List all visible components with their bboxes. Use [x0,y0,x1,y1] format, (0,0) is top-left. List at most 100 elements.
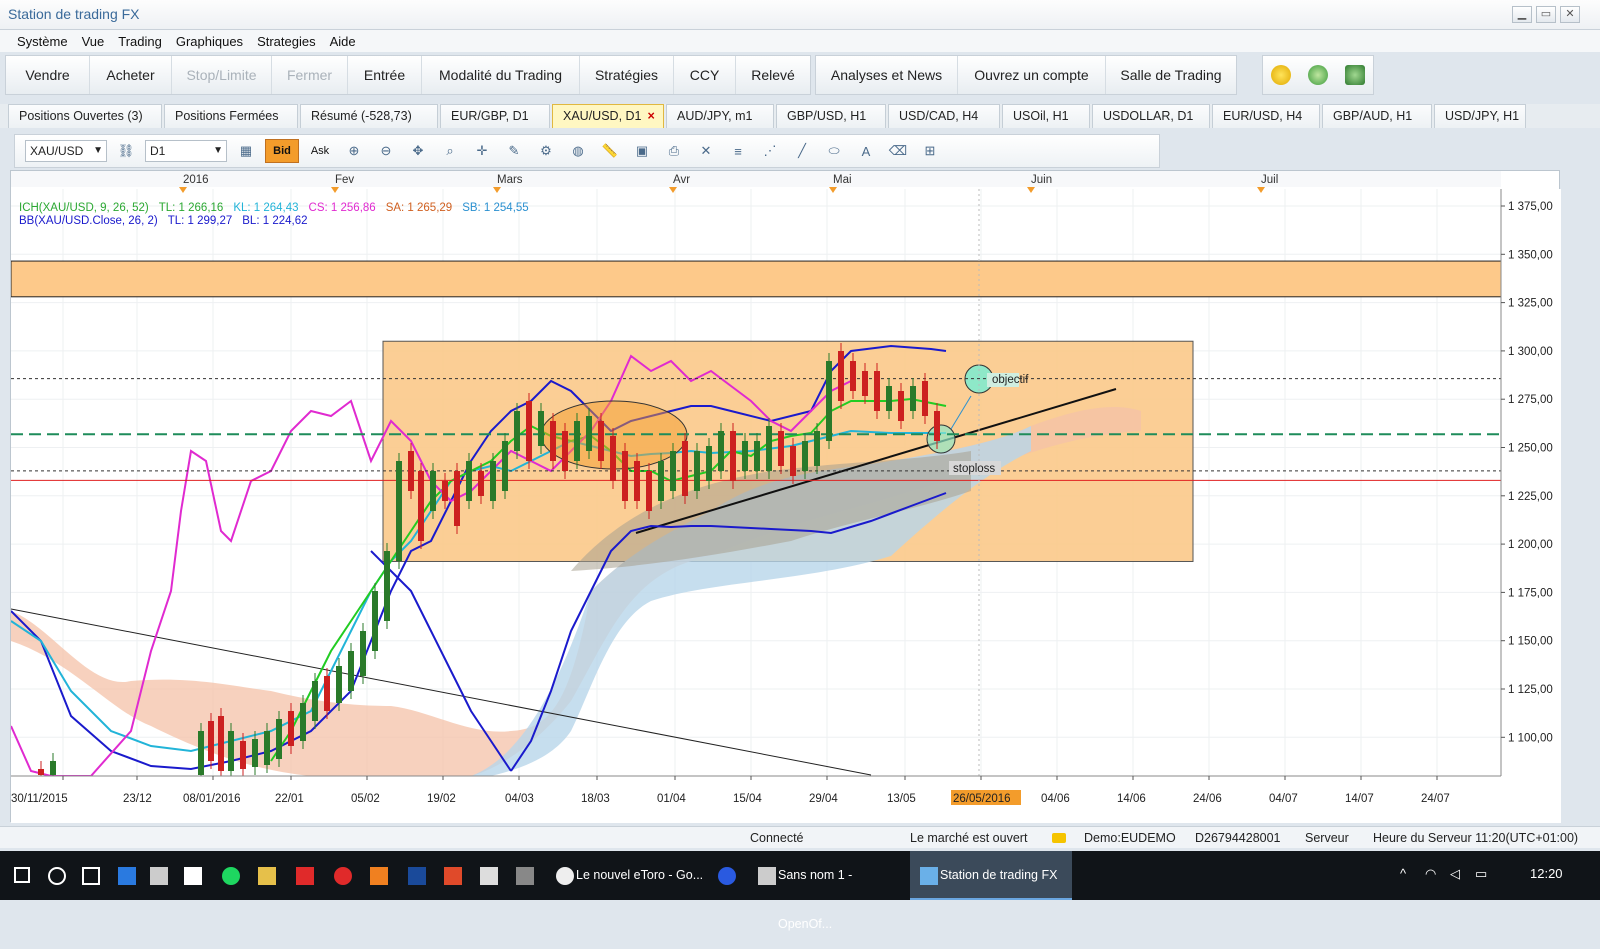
candle-body [288,711,294,746]
candle-body [922,381,928,416]
tab-gbpaud[interactable]: GBP/AUD, H1 [1322,104,1432,128]
top-axis-label: Mai [833,174,852,186]
releve-button[interactable]: Relevé [736,56,810,94]
text-icon[interactable]: A [853,139,879,163]
lightbulb-icon[interactable] [1271,65,1292,85]
edit-icon[interactable]: ✎ [501,139,527,163]
tab-positions-ouvertes[interactable]: Positions Ouvertes (3) [8,104,162,128]
print-icon[interactable]: ⎙ [661,139,687,163]
edge-icon[interactable] [118,867,136,885]
crosshair-icon[interactable]: ✛ [469,139,495,163]
indicator-icon[interactable]: ⚙ [533,139,559,163]
app-blue-icon[interactable] [408,867,426,885]
keyboard-icon[interactable]: ▭ [1475,866,1487,882]
menu-aide[interactable]: Aide [323,30,363,52]
chart-type-icon[interactable]: ▦ [233,139,259,163]
store-bag-icon[interactable] [184,867,202,885]
ccy-button[interactable]: CCY [674,56,736,94]
fermer-button[interactable]: Fermer [272,56,348,94]
menu-strategies[interactable]: Strategies [250,30,323,52]
symbol-select[interactable]: XAU/USD ▼ [25,140,107,162]
zoom-box-icon[interactable]: ⌕ [437,139,463,163]
store-icon[interactable] [150,867,168,885]
crosshair-tool-icon[interactable]: ✕ [693,139,719,163]
explorer-icon[interactable] [258,867,276,885]
tray-chevron-icon[interactable]: ^ [1400,866,1406,881]
taskbar-clock: 12:20 [1530,866,1563,881]
close-button[interactable]: ✕ [1560,6,1580,23]
vendre-button[interactable]: Vendre [6,56,90,94]
menu-trading[interactable]: Trading [111,30,169,52]
windows-start-icon[interactable] [14,867,30,883]
tab-gbpusd[interactable]: GBP/USD, H1 [776,104,886,128]
maximize-button[interactable]: ▭ [1536,6,1556,23]
acheter-button[interactable]: Acheter [90,56,172,94]
fan-icon[interactable]: ⋰ [757,139,783,163]
menu-graphiques[interactable]: Graphiques [169,30,250,52]
tab-eurusd[interactable]: EUR/USD, H4 [1212,104,1320,128]
tab-resume[interactable]: Résumé (-528,73) [300,104,438,128]
link-icon[interactable]: ⛓ [113,139,139,163]
modalite-trading-button[interactable]: Modalité du Trading [422,56,580,94]
candle-body [208,721,214,761]
mail-icon[interactable] [296,867,314,885]
candle-body [790,446,796,476]
entree-button[interactable]: Entrée [348,56,422,94]
chevron-down-icon: ▼ [213,145,223,156]
trendline-icon[interactable]: ╱ [789,139,815,163]
candle-body [454,471,460,526]
zoom-in-icon[interactable]: ⊕ [341,139,367,163]
os-taskbar: Le nouvel eToro - Go... Sans nom 1 - Ope… [0,851,1600,931]
spotify-icon[interactable] [222,867,240,885]
tab-usdjpy[interactable]: USD/JPY, H1 [1434,104,1526,128]
search-icon[interactable] [48,867,66,885]
pan-icon[interactable]: ✥ [405,139,431,163]
tab-audjpy[interactable]: AUD/JPY, m1 [666,104,774,128]
tree-icon[interactable]: ⊞ [917,139,943,163]
ask-button[interactable]: Ask [305,139,335,163]
line-style-icon[interactable]: ≡ [725,139,751,163]
app-red-icon[interactable] [334,867,352,885]
candle-body [198,731,204,775]
candle-body [276,719,282,759]
candle-body [598,421,604,461]
analyses-news-button[interactable]: Analyses et News [816,56,958,94]
tab-usoil[interactable]: USOil, H1 [1002,104,1090,128]
tab-eurgbp[interactable]: EUR/GBP, D1 [440,104,550,128]
tab-usdollar[interactable]: USDOLLAR, D1 [1092,104,1210,128]
close-tab-icon[interactable]: × [648,109,655,123]
ellipse-icon[interactable]: ⬭ [821,139,847,163]
bid-button[interactable]: Bid [265,139,299,163]
settings-icon[interactable] [1344,65,1365,85]
zoom-out-icon[interactable]: ⊖ [373,139,399,163]
chart-svg[interactable]: 2016FevMarsAvrMaiJuinJuil 1 346,501 285,… [10,171,1561,823]
app-gray-icon[interactable] [516,867,534,885]
app-red2-icon[interactable] [444,867,462,885]
app-blue2-icon[interactable] [718,867,736,885]
minimize-button[interactable]: ▁ [1512,6,1532,23]
tab-xauusd[interactable]: XAU/USD, D1 × [552,104,664,128]
tab-usdcad[interactable]: USD/CAD, H4 [888,104,1000,128]
volume-icon[interactable]: ◁ [1450,866,1460,882]
image-icon[interactable]: ▣ [629,139,655,163]
task-view-icon[interactable] [82,867,100,885]
server-label: Serveur [1305,831,1349,845]
stoploss-label: stoploss [953,463,995,475]
timeframe-select[interactable]: D1 ▼ [145,140,227,162]
clock-icon[interactable] [1307,65,1328,85]
eraser-icon[interactable]: ⌫ [885,139,911,163]
globe-icon[interactable]: ◍ [565,139,591,163]
tab-positions-fermees[interactable]: Positions Fermées [164,104,298,128]
strategies-button[interactable]: Stratégies [580,56,674,94]
salle-trading-button[interactable]: Salle de Trading [1106,56,1236,94]
printer-icon[interactable] [480,867,498,885]
ruler-icon[interactable]: 📏 [597,139,623,163]
ouvrez-compte-button[interactable]: Ouvrez un compte [958,56,1106,94]
menu-systeme[interactable]: Système [10,30,75,52]
price-chart[interactable]: 2016FevMarsAvrMaiJuinJuil 1 346,501 285,… [10,170,1561,823]
wifi-icon[interactable]: ◠ [1425,866,1436,882]
menu-vue[interactable]: Vue [75,30,112,52]
candle-body [538,411,544,446]
app-orange-icon[interactable] [370,867,388,885]
stop-limite-button[interactable]: Stop/Limite [172,56,272,94]
